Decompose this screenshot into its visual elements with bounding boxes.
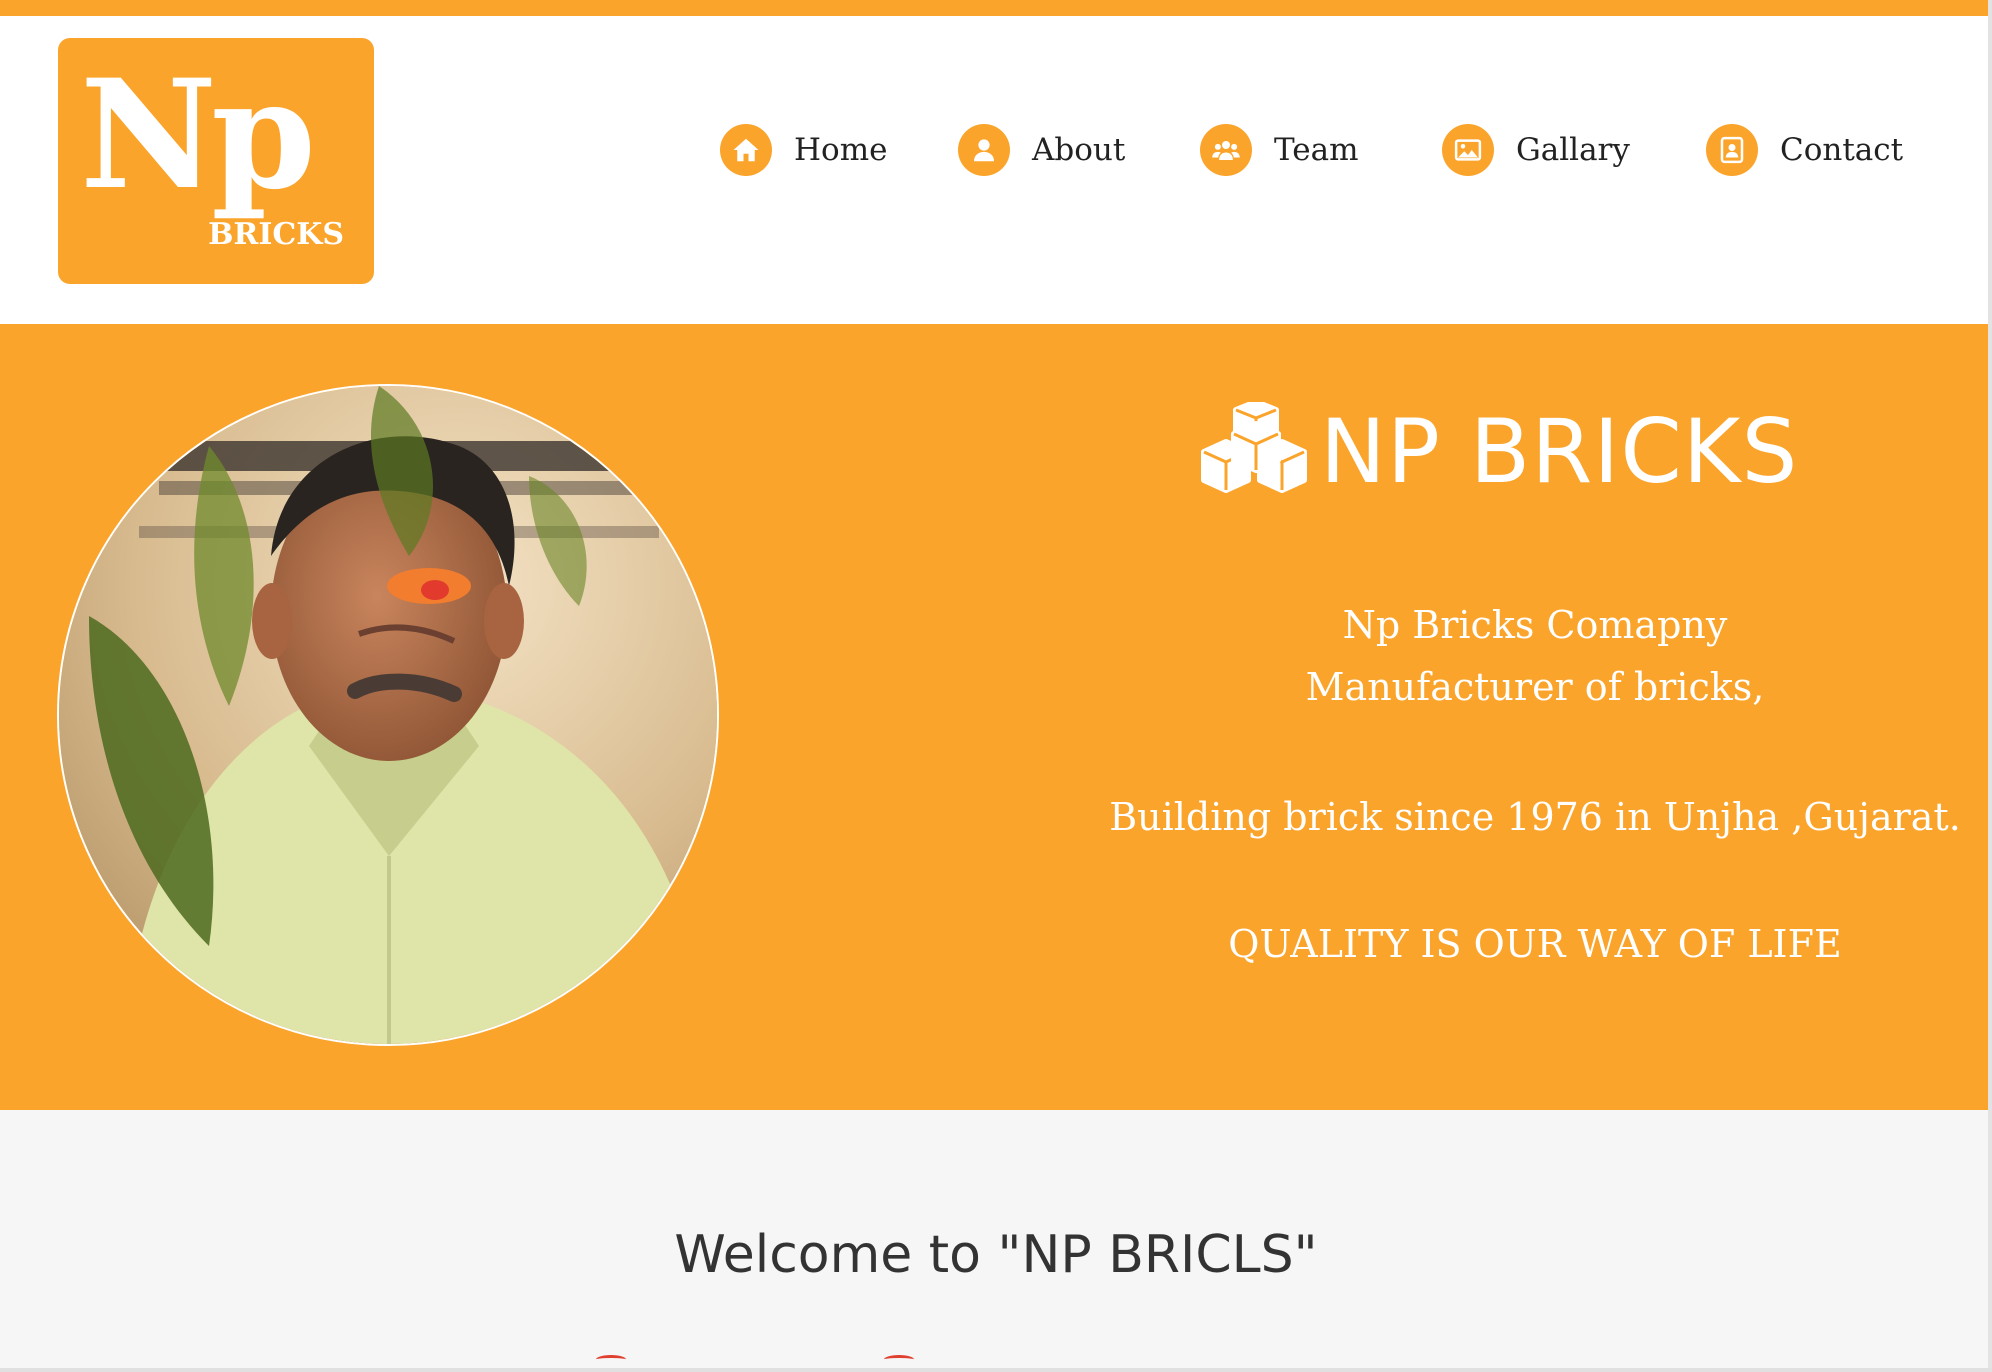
nav-label-contact: Contact bbox=[1780, 132, 1904, 168]
nav-item-home[interactable]: Home bbox=[720, 122, 887, 178]
hero-manufacturer-line: Manufacturer of bricks, bbox=[1305, 665, 1765, 709]
hero-since-line: Building brick since 1976 in Unjha ,Guja… bbox=[1109, 795, 1961, 839]
portrait-photo bbox=[57, 384, 719, 1046]
logo-subtext: BRICKS bbox=[208, 217, 344, 252]
cutoff-red-mark bbox=[884, 1355, 914, 1364]
page: Np BRICKS Home About Team Gallary Contac… bbox=[0, 0, 1992, 1372]
hero-title-text: NP BRICKS bbox=[1320, 400, 1799, 503]
user-icon bbox=[958, 124, 1010, 176]
hero-tagline: QUALITY IS OUR WAY OF LIFE bbox=[1228, 922, 1842, 966]
hero-company-name: Np Bricks Comapny bbox=[1342, 603, 1728, 647]
welcome-section: Welcome to "NP BRICLS" bbox=[0, 1110, 1992, 1372]
hero-title: NP BRICKS bbox=[1196, 402, 1798, 502]
nav-item-team[interactable]: Team bbox=[1200, 122, 1359, 178]
contact-card-icon bbox=[1706, 124, 1758, 176]
welcome-title: Welcome to "NP BRICLS" bbox=[674, 1225, 1318, 1285]
nav-label-about: About bbox=[1032, 132, 1126, 168]
bottom-edge bbox=[0, 1368, 1992, 1372]
nav-item-about[interactable]: About bbox=[958, 122, 1125, 178]
top-accent-strip bbox=[0, 0, 1992, 16]
nav-item-gallary[interactable]: Gallary bbox=[1442, 122, 1630, 178]
site-header: Np BRICKS Home About Team Gallary Contac… bbox=[0, 16, 1992, 324]
cutoff-red-mark bbox=[596, 1355, 626, 1364]
portrait-illustration bbox=[59, 386, 717, 1044]
window-scrollbar[interactable] bbox=[1988, 0, 1992, 1372]
nav-label-gallary: Gallary bbox=[1516, 132, 1630, 168]
hero-banner: NP BRICKS Np Bricks Comapny Manufacturer… bbox=[0, 324, 1992, 1110]
team-icon bbox=[1200, 124, 1252, 176]
nav-label-team: Team bbox=[1274, 132, 1359, 168]
image-icon bbox=[1442, 124, 1494, 176]
nav-item-contact[interactable]: Contact bbox=[1706, 122, 1903, 178]
main-nav: Home About Team Gallary Contact bbox=[0, 122, 1992, 178]
home-icon bbox=[720, 124, 772, 176]
cubes-icon bbox=[1201, 402, 1307, 493]
nav-label-home: Home bbox=[794, 132, 888, 168]
